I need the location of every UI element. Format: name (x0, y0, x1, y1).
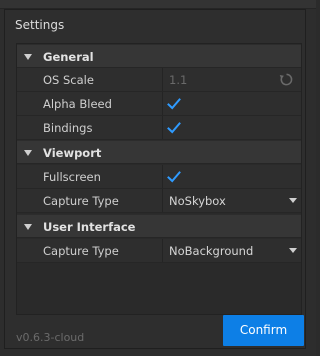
backdrop-toolbar-strip (0, 0, 316, 9)
property-row-fullscreen: Fullscreen (17, 165, 301, 189)
reset-icon[interactable] (279, 72, 294, 87)
chevron-down-icon (24, 54, 32, 60)
column-divider (162, 116, 163, 139)
dropdown-arrow-icon[interactable] (289, 248, 297, 253)
chevron-down-icon (24, 150, 32, 156)
ui-capture-type-dropdown[interactable]: NoBackground (169, 244, 253, 258)
property-row-alpha-bleed: Alpha Bleed (17, 92, 301, 116)
chevron-down-icon (24, 224, 32, 230)
property-name-bindings: Bindings (43, 121, 93, 135)
section-label-user-interface: User Interface (43, 220, 136, 234)
property-row-os-scale: OS Scale 1.1 (17, 68, 301, 92)
viewport-capture-type-dropdown[interactable]: NoSkybox (169, 194, 226, 208)
property-name-capture-type: Capture Type (43, 244, 119, 258)
dialog-title: Settings (15, 18, 65, 32)
section-header-general[interactable]: General (17, 44, 301, 68)
column-divider (162, 189, 163, 212)
property-name-os-scale: OS Scale (43, 73, 94, 87)
fullscreen-checkbox[interactable] (167, 170, 181, 184)
section-label-viewport: Viewport (43, 146, 102, 160)
dropdown-arrow-icon[interactable] (289, 198, 297, 203)
property-row-viewport-capture-type: Capture Type NoSkybox (17, 189, 301, 213)
property-name-fullscreen: Fullscreen (43, 170, 101, 184)
column-divider (162, 92, 163, 115)
settings-dialog: Settings General OS Scale 1.1 Alpha Blee… (4, 9, 306, 349)
column-divider (162, 68, 163, 91)
bindings-checkbox[interactable] (167, 121, 181, 135)
property-name-capture-type: Capture Type (43, 194, 119, 208)
property-row-bindings: Bindings (17, 116, 301, 140)
column-divider (162, 239, 163, 262)
os-scale-input: 1.1 (169, 73, 188, 87)
property-row-ui-capture-type: Capture Type NoBackground (17, 239, 301, 263)
section-header-viewport[interactable]: Viewport (17, 140, 301, 164)
property-name-alpha-bleed: Alpha Bleed (43, 97, 112, 111)
confirm-button[interactable]: Confirm (223, 315, 304, 346)
version-label: v0.6.3-cloud (16, 331, 85, 344)
section-header-user-interface[interactable]: User Interface (17, 214, 301, 238)
column-divider (162, 165, 163, 188)
section-label-general: General (43, 50, 94, 64)
alpha-bleed-checkbox[interactable] (167, 97, 181, 111)
settings-panel: General OS Scale 1.1 Alpha Bleed Binding… (16, 43, 302, 315)
